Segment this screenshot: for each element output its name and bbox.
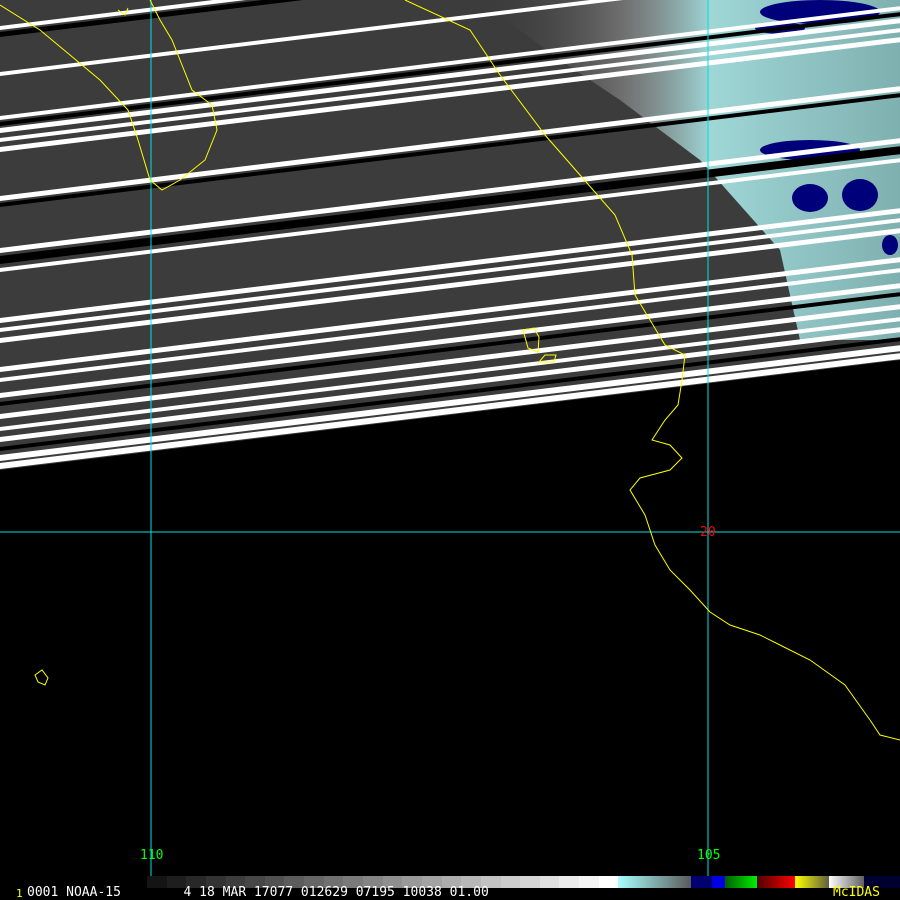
color-bar-segment [559, 876, 580, 888]
color-bar-segment [520, 876, 540, 888]
color-bar-segment [691, 876, 712, 888]
frame-number: 1 [16, 887, 23, 900]
color-bar-segment [500, 876, 521, 888]
latitude-label-20: 20 [700, 525, 716, 540]
color-bar-segment [539, 876, 560, 888]
color-bar-segment [598, 876, 619, 888]
color-bar-segment [795, 876, 830, 888]
cold-cloud-blob [842, 179, 878, 211]
color-bar-segment [711, 876, 726, 888]
cold-cloud-blob [792, 184, 828, 212]
color-bar-segment [579, 876, 599, 888]
mcidas-brand: McIDAS [833, 885, 880, 900]
image-info-line: 0001 NOAA-15 4 18 MAR 17077 012629 07195… [27, 885, 489, 900]
coastline-island [34, 669, 49, 686]
satellite-image-view: 110 105 20 1 0001 NOAA-15 4 18 MAR 17077… [0, 0, 900, 900]
color-bar-segment [725, 876, 757, 888]
color-bar-segment [756, 876, 796, 888]
cold-cloud-blob [882, 235, 898, 255]
color-bar-segment [618, 876, 692, 888]
satellite-imagery [0, 0, 900, 876]
longitude-label-105: 105 [697, 848, 721, 863]
longitude-label-110: 110 [140, 848, 164, 863]
